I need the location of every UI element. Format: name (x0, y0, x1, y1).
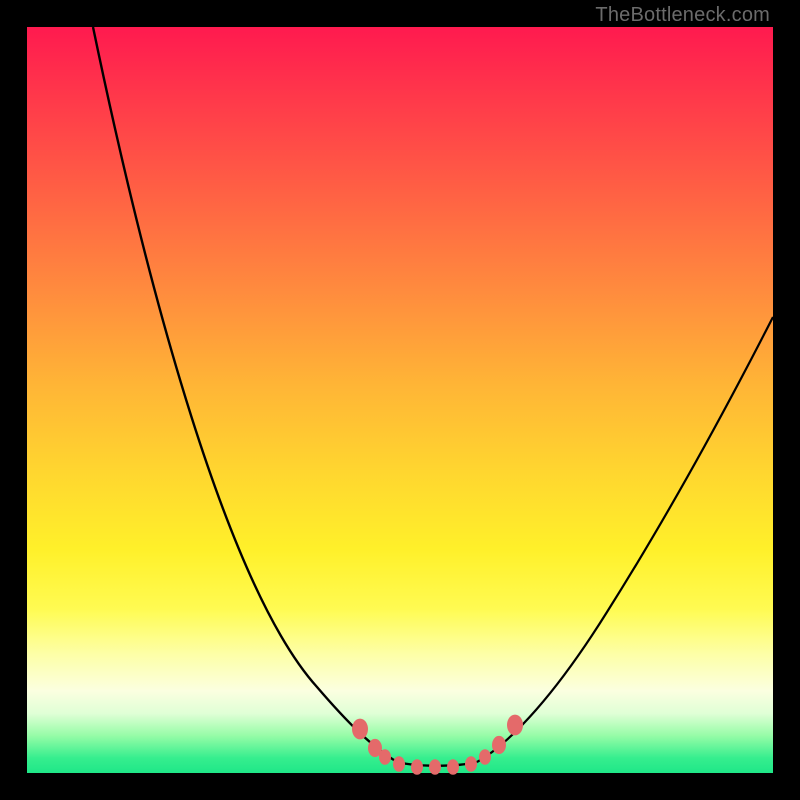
marker-dot (429, 759, 441, 775)
marker-dot (411, 759, 423, 775)
marker-dot (492, 736, 506, 754)
bottleneck-curve (27, 27, 773, 773)
marker-dot (465, 756, 477, 772)
plot-area (27, 27, 773, 773)
curve-left-branch (93, 27, 397, 762)
marker-group (352, 715, 523, 775)
curve-right-branch (477, 317, 773, 762)
chart-frame: TheBottleneck.com (0, 0, 800, 800)
marker-dot (352, 719, 368, 740)
marker-dot (379, 749, 391, 765)
marker-dot (507, 715, 523, 736)
marker-dot (479, 749, 491, 765)
marker-dot (447, 759, 459, 775)
attribution-text: TheBottleneck.com (595, 4, 770, 27)
marker-dot (393, 756, 405, 772)
